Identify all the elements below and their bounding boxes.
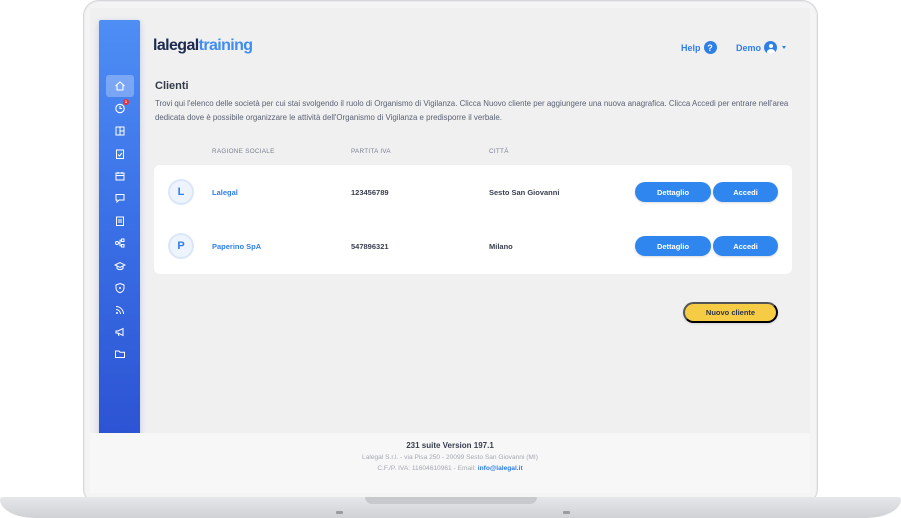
- clipboard-check-icon: [116, 149, 124, 159]
- laptop-foot-right: [563, 511, 570, 514]
- version-text: 231 suite Version 197.1: [406, 441, 494, 450]
- sidebar-item-flows[interactable]: [107, 233, 133, 253]
- user-name: Demo: [736, 42, 762, 53]
- sidebar-item-messages[interactable]: [107, 188, 133, 208]
- column-header-vat: PARTITA IVA: [351, 148, 391, 155]
- notification-badge: 1: [123, 99, 129, 105]
- calendar-icon: [115, 172, 125, 181]
- company-address: Lalegal S.r.l. - via Pisa 250 - 20099 Se…: [362, 454, 538, 461]
- sidebar-item-home[interactable]: [106, 75, 134, 97]
- table-row: L Lalegal 123456789 Sesto San Giovanni D…: [154, 177, 792, 207]
- sidebar-item-feed[interactable]: [107, 300, 133, 320]
- client-vat: 547896321: [351, 242, 389, 251]
- detail-button[interactable]: Dettaglio: [635, 236, 711, 256]
- fiscal-info: C.F./P. IVA: 11604610961 - Email:: [377, 465, 476, 472]
- email-link[interactable]: info@lalegal.it: [478, 465, 523, 472]
- flow-icon: [115, 238, 125, 248]
- question-icon: ?: [703, 41, 717, 54]
- clients-table: L Lalegal 123456789 Sesto San Giovanni D…: [154, 165, 792, 274]
- sidebar-item-security[interactable]: [107, 278, 133, 298]
- page-title: Clienti: [155, 80, 189, 92]
- rss-icon: [115, 306, 124, 315]
- app-screen: 1 lalegaltraining Help ? Demo Clienti Tr…: [90, 8, 810, 493]
- footer: 231 suite Version 197.1 Lalegal S.r.l. -…: [90, 433, 810, 493]
- column-header-company: RAGIONE SOCIALE: [212, 148, 275, 155]
- megaphone-icon: [115, 327, 124, 337]
- logo-text-lalegal: lalegal: [153, 37, 199, 54]
- sidebar: 1: [99, 20, 140, 467]
- clipboard-list-icon: [116, 216, 124, 226]
- client-avatar: L: [168, 179, 194, 205]
- sidebar-item-documents[interactable]: [107, 344, 133, 364]
- column-header-city: CITTÀ: [489, 148, 509, 155]
- user-menu[interactable]: Demo: [736, 41, 787, 54]
- sidebar-item-deadlines[interactable]: 1: [107, 98, 133, 118]
- app-logo[interactable]: lalegaltraining: [153, 37, 253, 55]
- user-avatar-icon: [764, 41, 778, 54]
- chevron-down-icon: [782, 46, 787, 49]
- graduation-cap-icon: [114, 261, 126, 271]
- layout-icon: [115, 126, 125, 136]
- company-fiscal-line: C.F./P. IVA: 11604610961 - Email: info@l…: [90, 465, 810, 472]
- sidebar-item-training[interactable]: [107, 256, 133, 276]
- folder-icon: [115, 350, 125, 358]
- client-vat: 123456789: [351, 188, 389, 197]
- detail-button[interactable]: Dettaglio: [635, 182, 711, 202]
- sidebar-item-reports[interactable]: [107, 211, 133, 231]
- home-icon: [115, 81, 125, 91]
- sidebar-item-announcements[interactable]: [107, 322, 133, 342]
- logo-text-training: training: [198, 37, 253, 54]
- table-row: P Paperino SpA 547896321 Milano Dettagli…: [154, 231, 792, 261]
- access-button[interactable]: Accedi: [713, 236, 778, 256]
- client-name[interactable]: Paperino SpA: [212, 242, 261, 251]
- page-description: Trovi qui l'elenco delle società per cui…: [155, 99, 789, 122]
- laptop-notch: [365, 497, 537, 504]
- client-city: Milano: [489, 242, 513, 251]
- access-button[interactable]: Accedi: [713, 182, 778, 202]
- help-link[interactable]: Help ?: [681, 41, 717, 54]
- sidebar-item-layout[interactable]: [107, 121, 133, 141]
- laptop-foot-left: [336, 511, 343, 514]
- sidebar-item-checklist[interactable]: [107, 144, 133, 164]
- client-city: Sesto San Giovanni: [489, 188, 560, 197]
- client-name[interactable]: Lalegal: [212, 188, 238, 197]
- shield-icon: [115, 282, 125, 294]
- help-label: Help: [681, 42, 701, 53]
- chat-icon: [115, 194, 125, 204]
- new-client-button[interactable]: Nuovo cliente: [683, 302, 778, 323]
- sidebar-item-calendar[interactable]: [107, 166, 133, 186]
- client-avatar: P: [168, 233, 194, 259]
